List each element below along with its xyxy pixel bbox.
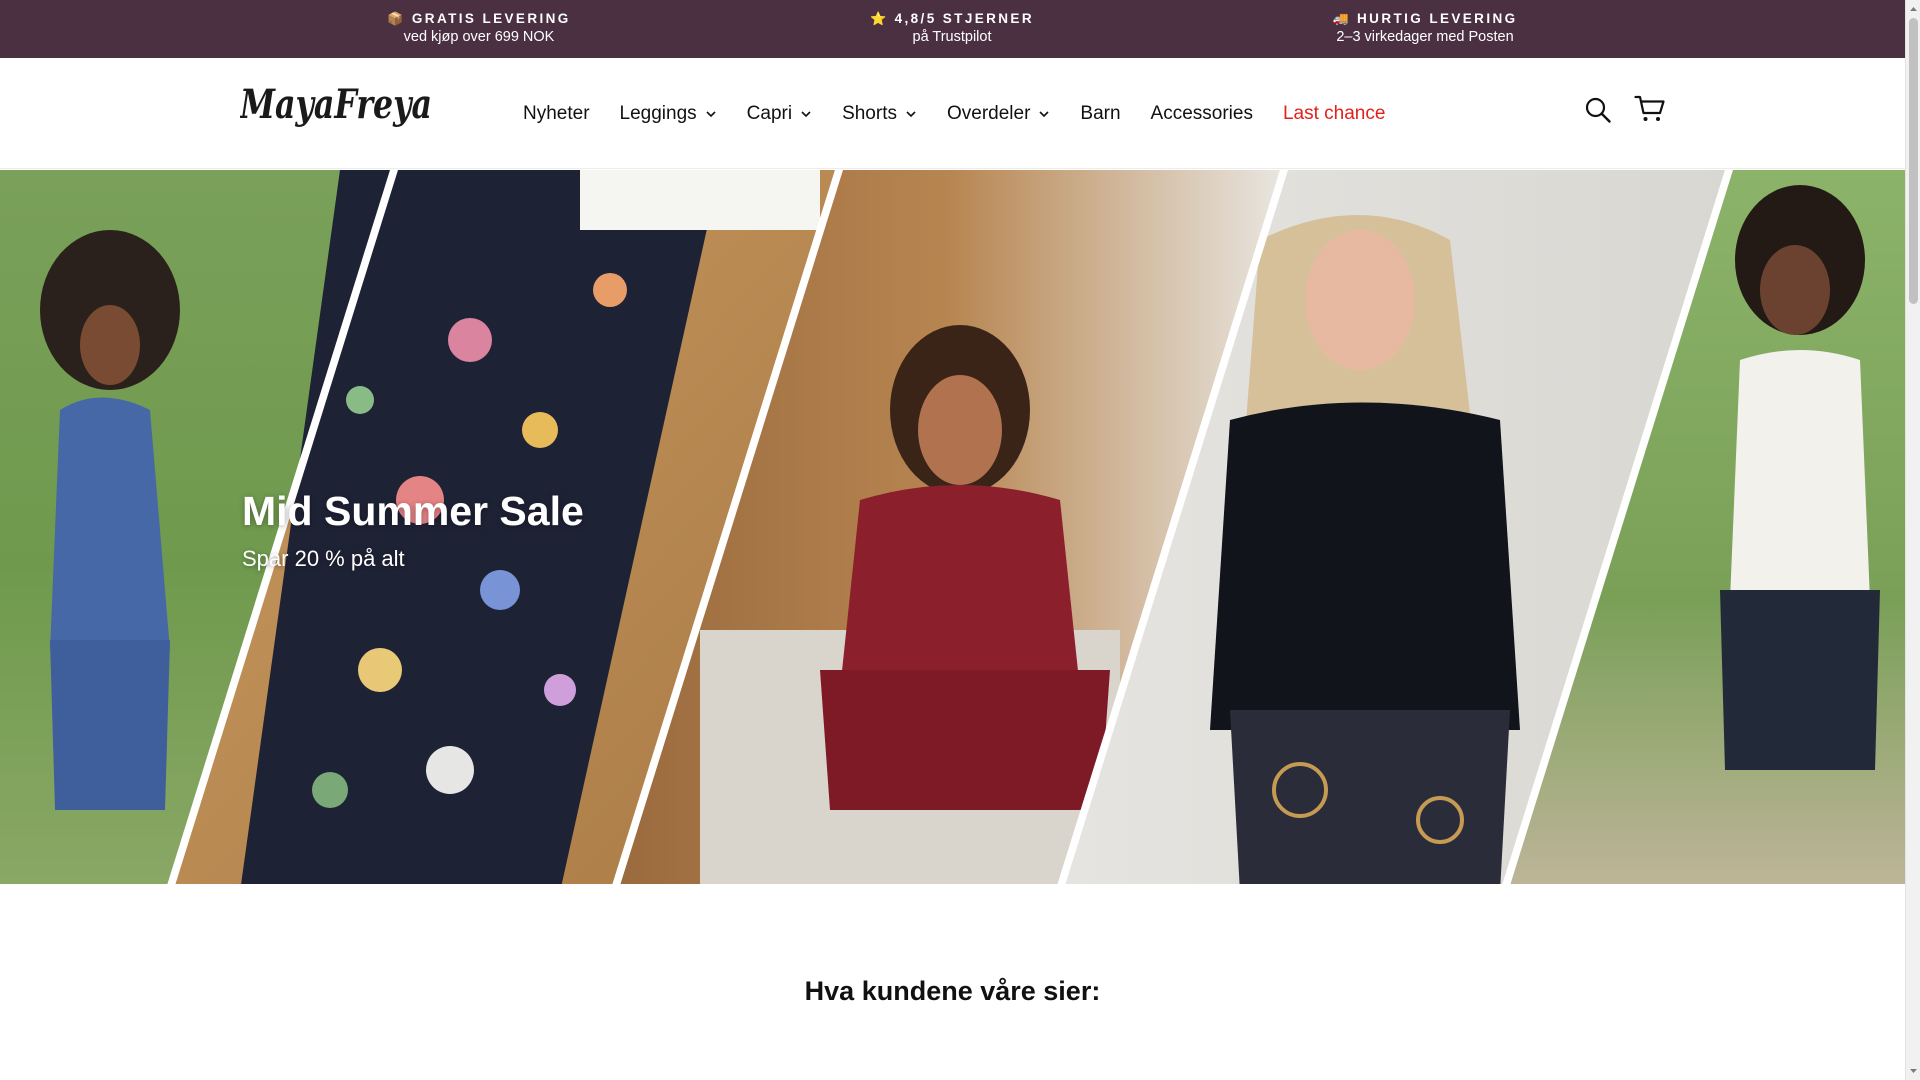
brand-logo[interactable]: MayaFreya: [240, 80, 435, 130]
nav-item-overdeler[interactable]: Overdeler: [932, 103, 1065, 125]
package-icon: 📦: [387, 11, 406, 26]
chevron-down-icon: [906, 110, 916, 117]
nav-item-nyheter[interactable]: Nyheter: [523, 103, 605, 125]
announcement-subtitle: på Trustpilot: [912, 29, 992, 45]
nav-item-leggings[interactable]: Leggings: [605, 103, 732, 125]
announcement-subtitle: 2–3 virkedager med Posten: [1336, 29, 1514, 45]
star-icon: ⭐: [870, 11, 889, 26]
hero-title: Mid Summer Sale: [242, 488, 584, 534]
announcement-title: 4,8/5 STJERNER: [894, 11, 1034, 26]
reviews-heading: Hva kundene våre sier:: [804, 976, 1101, 1006]
nav-label: Barn: [1080, 102, 1121, 124]
hero-subtitle: Spar 20 % på alt: [242, 546, 405, 571]
nav-label: Last chance: [1282, 102, 1386, 124]
nav-item-last-chance[interactable]: Last chance: [1268, 103, 1400, 125]
svg-text:MayaFreya: MayaFreya: [240, 81, 432, 128]
nav-item-capri[interactable]: Capri: [732, 103, 827, 125]
scroll-up-icon[interactable]: [1909, 4, 1918, 14]
nav-label: Overdeler: [946, 102, 1031, 124]
nav-label: Nyheter: [523, 102, 590, 124]
announcement-fast-delivery: 🚚 HURTIG LEVERING 2–3 virkedager med Post…: [1215, 10, 1635, 47]
chevron-down-icon: [1039, 110, 1049, 117]
nav-label: Capri: [746, 102, 793, 124]
truck-icon: 🚚: [1332, 11, 1352, 26]
announcement-subtitle: ved kjøp over 699 NOK: [403, 29, 555, 45]
nav-label: Accessories: [1150, 102, 1253, 124]
search-icon[interactable]: [1584, 96, 1612, 124]
nav-item-shorts[interactable]: Shorts: [827, 103, 932, 125]
announcement-free-delivery: 📦 GRATIS LEVERING ved kjøp over 699 NOK: [269, 10, 689, 47]
page-scrollbar[interactable]: [1905, 0, 1920, 1080]
announcement-bar: 📦 GRATIS LEVERING ved kjøp over 699 NOK ⭐…: [0, 0, 1905, 58]
scrollbar-thumb[interactable]: [1909, 18, 1918, 304]
scroll-down-icon[interactable]: [1909, 1066, 1918, 1076]
chevron-down-icon: [706, 110, 716, 117]
nav-item-accessories[interactable]: Accessories: [1136, 103, 1268, 125]
announcement-rating[interactable]: ⭐ 4,8/5 STJERNER på Trustpilot: [742, 10, 1162, 47]
site-header: MayaFreya Nyheter Leggings Capri Shorts …: [0, 58, 1905, 169]
hero-banner[interactable]: Mid Summer Sale Spar 20 % på alt: [0, 170, 1905, 892]
main-nav: Nyheter Leggings Capri Shorts Overdeler …: [523, 58, 1400, 169]
nav-label: Leggings: [619, 102, 697, 124]
cart-icon[interactable]: [1634, 94, 1666, 124]
announcement-title: HURTIG LEVERING: [1357, 11, 1518, 26]
nav-label: Shorts: [842, 102, 897, 124]
announcement-title: GRATIS LEVERING: [411, 11, 571, 26]
chevron-down-icon: [801, 110, 811, 117]
nav-item-barn[interactable]: Barn: [1065, 103, 1135, 125]
